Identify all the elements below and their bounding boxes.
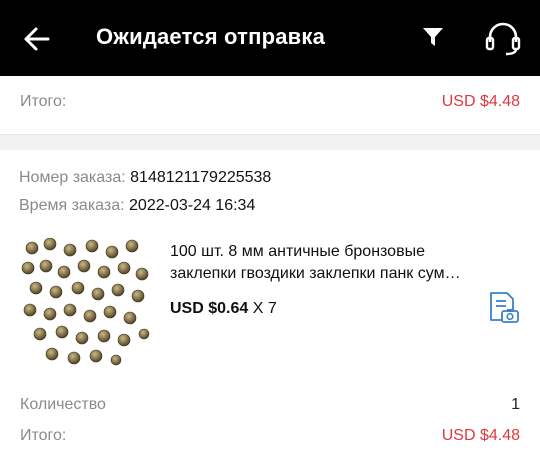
product-price-row: USD $0.64 X 7 — [170, 300, 277, 318]
order-number-value[interactable]: 8148121179225538 — [130, 169, 271, 186]
product-multiplier: X 7 — [252, 300, 277, 317]
order-total-value: USD $4.48 — [441, 427, 520, 444]
filter-icon[interactable] — [422, 26, 444, 48]
order-time-value: 2022-03-24 16:34 — [129, 197, 256, 214]
headset-icon[interactable] — [484, 20, 522, 56]
arrow-left-icon[interactable] — [22, 25, 52, 53]
total-label: Итого: — [20, 93, 67, 110]
order-total-row: Итого: USD $4.48 — [20, 427, 520, 445]
total-value: USD $4.48 — [441, 93, 520, 110]
top-app-bar: Ожидается отправка — [0, 0, 540, 76]
document-photo-icon[interactable] — [486, 290, 520, 324]
product-title-line-1: 100 шт. 8 мм античные бронзовые — [170, 243, 425, 260]
order-quantity-value: 1 — [511, 396, 520, 413]
order-time-row: Время заказа: 2022-03-24 16:34 — [19, 197, 255, 215]
order-number-label: Номер заказа: — [19, 169, 126, 186]
order-quantity-row: Количество 1 — [20, 396, 520, 414]
product-title-line-2: заклепки гвоздики заклепки панк сум… — [170, 265, 461, 282]
order-total-label: Итого: — [20, 427, 67, 444]
section-divider — [0, 134, 540, 150]
order-time-label: Время заказа: — [19, 197, 125, 214]
product-price: USD $0.64 — [170, 300, 249, 317]
product-image[interactable] — [20, 238, 152, 370]
page-title: Ожидается отправка — [96, 24, 326, 49]
order-quantity-label: Количество — [20, 396, 106, 413]
product-title[interactable]: 100 шт. 8 мм античные бронзовые заклепки… — [170, 241, 520, 285]
total-row: Итого: USD $4.48 — [20, 93, 520, 111]
order-number-row: Номер заказа: 8148121179225538 — [19, 169, 271, 187]
